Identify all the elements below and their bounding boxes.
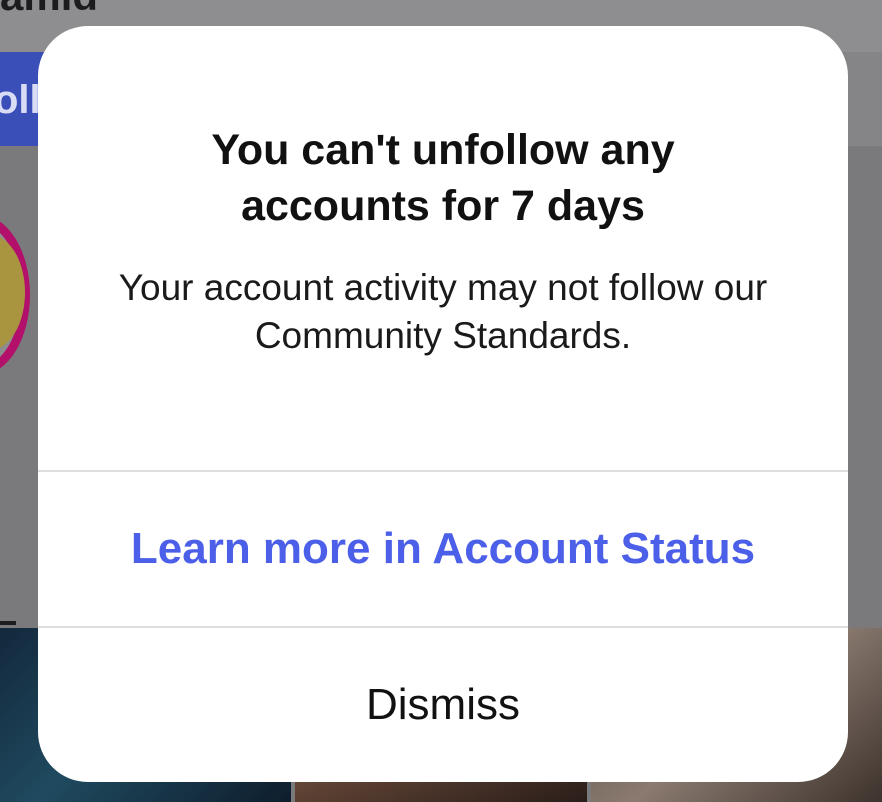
dialog-body: You can't unfollow any accounts for 7 da… [38, 26, 848, 470]
background-tab-indicator [0, 621, 16, 625]
learn-more-account-status-button[interactable]: Learn more in Account Status [38, 472, 848, 626]
unfollow-restriction-dialog: You can't unfollow any accounts for 7 da… [38, 26, 848, 782]
dialog-title: You can't unfollow any accounts for 7 da… [211, 126, 675, 230]
dismiss-button[interactable]: Dismiss [38, 628, 848, 782]
background-profile-name: amid [0, 0, 98, 20]
dialog-message: Your account activity may not follow our… [118, 267, 768, 356]
